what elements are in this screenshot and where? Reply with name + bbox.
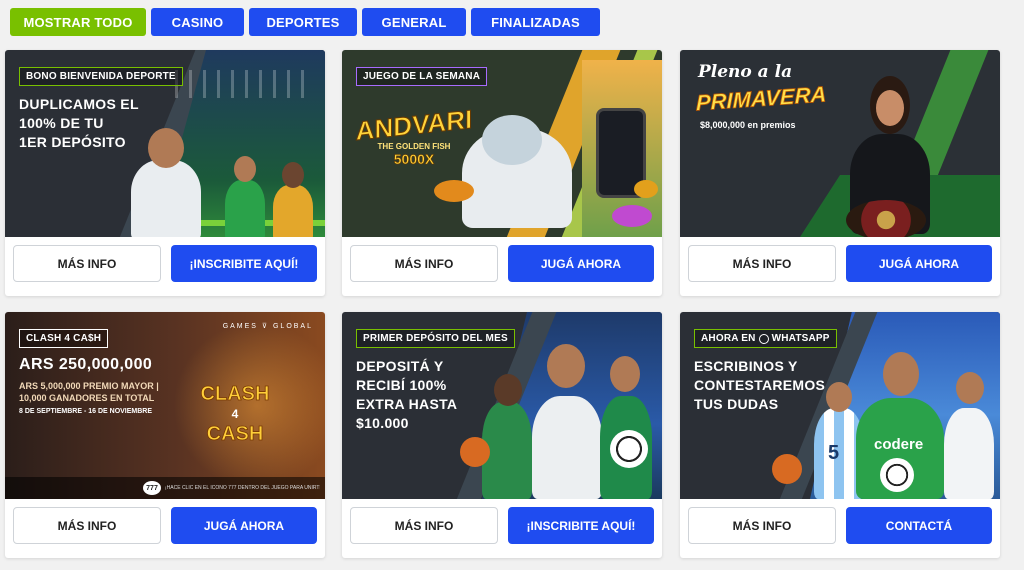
promo-banner[interactable]: PRIMER DEPÓSITO DEL MES DEPOSITÁ Y RECIB… [342, 312, 662, 499]
promo-prize: $8,000,000 en premios [700, 120, 796, 130]
roulette-wheel [846, 200, 926, 237]
promo-card-primer-deposito: PRIMER DEPÓSITO DEL MES DEPOSITÁ Y RECIB… [342, 312, 662, 558]
mas-info-button[interactable]: MÁS INFO [13, 507, 161, 544]
promo-tag: BONO BIENVENIDA DEPORTE [19, 67, 183, 86]
tab-general[interactable]: GENERAL [362, 8, 466, 36]
promo-script-title: Pleno a la [698, 62, 793, 82]
prize-details: ARS 5,000,000 PREMIO MAYOR | 10,000 GANA… [19, 381, 159, 403]
card-actions: MÁS INFO JUGÁ AHORA [688, 245, 992, 282]
promo-card-juego-semana: JUEGO DE LA SEMANA ANDVARI THE GOLDEN FI… [342, 50, 662, 296]
promo-tag: AHORA EN WHATSAPP [694, 329, 837, 348]
promo-card-primavera: Pleno a la PRIMAVERA $8,000,000 en premi… [680, 50, 1000, 296]
mas-info-button[interactable]: MÁS INFO [350, 245, 498, 282]
brand-label: GAMES ⊽ GLOBAL [222, 323, 313, 330]
tab-casino[interactable]: CASINO [151, 8, 244, 36]
promo-card-whatsapp: 5 codere AHORA EN WHATSAPP ESCRIBINOS Y … [680, 312, 1000, 558]
juga-ahora-button[interactable]: JUGÁ AHORA [846, 245, 992, 282]
mas-info-button[interactable]: MÁS INFO [688, 507, 836, 544]
inscribite-button[interactable]: ¡INSCRIBITE AQUÍ! [508, 507, 654, 544]
promo-dates: 8 DE SEPTIEMBRE - 16 DE NOVIEMBRE [19, 408, 153, 415]
promo-headline: ESCRIBINOS Y CONTESTAREMOS TUS DUDAS [694, 358, 826, 412]
mas-info-button[interactable]: MÁS INFO [13, 245, 161, 282]
mas-info-button[interactable]: MÁS INFO [688, 245, 836, 282]
promo-tag: JUEGO DE LA SEMANA [356, 67, 488, 86]
fine-print: ¡HACÉ CLIC EN EL ÍCONO 777 DENTRO DEL JU… [165, 485, 320, 491]
inscribite-button[interactable]: ¡INSCRIBITE AQUÍ! [171, 245, 317, 282]
card-actions: MÁS INFO ¡INSCRIBITE AQUÍ! [13, 245, 317, 282]
promo-banner[interactable]: JUEGO DE LA SEMANA ANDVARI THE GOLDEN FI… [342, 50, 662, 237]
prize-amount: ARS 250,000,000 [19, 356, 153, 373]
badge-777-icon: 777 [143, 481, 161, 495]
promo-card-bono-deporte: BONO BIENVENIDA DEPORTE DUPLICAMOS EL 10… [5, 50, 325, 296]
promo-card-clash4cash: CLASH 4 CA$H GAMES ⊽ GLOBAL ARS 250,000,… [5, 312, 325, 558]
promo-banner[interactable]: BONO BIENVENIDA DEPORTE DUPLICAMOS EL 10… [5, 50, 325, 237]
tab-mostrar-todo[interactable]: MOSTRAR TODO [10, 8, 146, 36]
clash-logo: CLASH 4 CASH [200, 383, 270, 445]
promo-tag: CLASH 4 CA$H [19, 329, 109, 348]
promo-banner[interactable]: Pleno a la PRIMAVERA $8,000,000 en premi… [680, 50, 1000, 237]
promo-tag: PRIMER DEPÓSITO DEL MES [356, 329, 515, 348]
tab-deportes[interactable]: DEPORTES [249, 8, 357, 36]
tab-finalizadas[interactable]: FINALIZADAS [471, 8, 600, 36]
juga-ahora-button[interactable]: JUGÁ AHORA [171, 507, 317, 544]
card-actions: MÁS INFO ¡INSCRIBITE AQUÍ! [350, 507, 654, 544]
game-logo: ANDVARI THE GOLDEN FISH 5000X [355, 103, 473, 167]
card-actions: MÁS INFO JUGÁ AHORA [13, 507, 317, 544]
promo-title: PRIMAVERA [696, 81, 827, 116]
promo-headline: DUPLICAMOS EL 100% DE TU 1ER DEPÓSITO [19, 96, 139, 150]
juga-ahora-button[interactable]: JUGÁ AHORA [508, 245, 654, 282]
promo-banner[interactable]: CLASH 4 CA$H GAMES ⊽ GLOBAL ARS 250,000,… [5, 312, 325, 499]
promo-headline: DEPOSITÁ Y RECIBÍ 100% EXTRA HASTA $10.0… [356, 358, 458, 431]
filter-tabs: MOSTRAR TODO CASINO DEPORTES GENERAL FIN… [10, 8, 600, 36]
card-actions: MÁS INFO CONTACTÁ [688, 507, 992, 544]
promo-banner[interactable]: 5 codere AHORA EN WHATSAPP ESCRIBINOS Y … [680, 312, 1000, 499]
mas-info-button[interactable]: MÁS INFO [350, 507, 498, 544]
whatsapp-icon [758, 333, 769, 344]
card-actions: MÁS INFO JUGÁ AHORA [350, 245, 654, 282]
contacta-button[interactable]: CONTACTÁ [846, 507, 992, 544]
